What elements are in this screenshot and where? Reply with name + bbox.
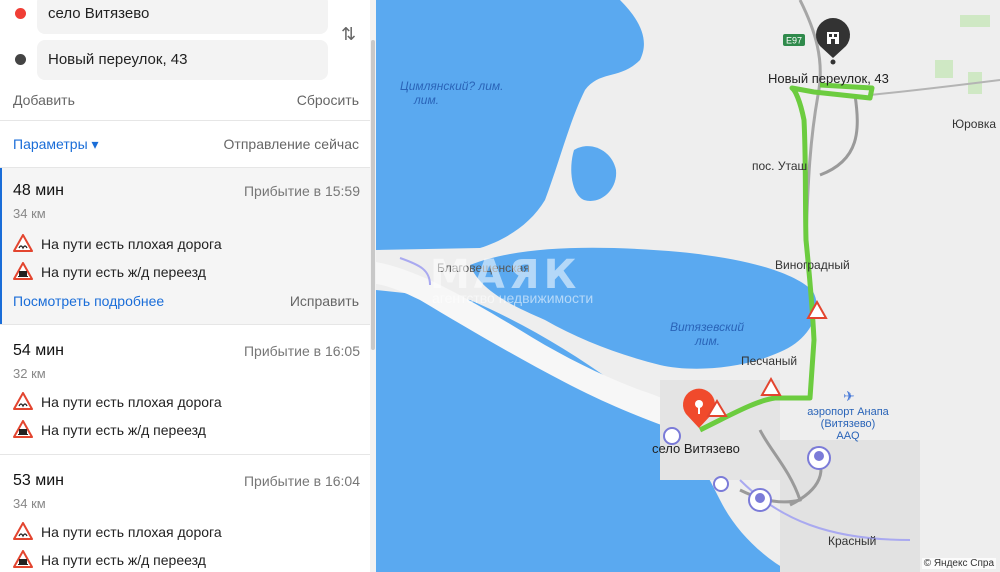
map-label-peschany: Песчаный (741, 354, 797, 368)
scrollbar-thumb[interactable] (371, 40, 375, 350)
divider (0, 454, 370, 455)
hot-air-balloon-icon[interactable] (713, 476, 729, 492)
map-label-start: село Витязево (652, 441, 740, 456)
park-area (935, 60, 953, 78)
park-area (960, 15, 990, 27)
map-label-airport-sub: (Витязево) (821, 418, 876, 430)
railway-crossing-warning-icon (13, 420, 33, 438)
warning-text: На пути есть плохая дорога (41, 394, 222, 410)
to-input[interactable]: Новый переулок, 43 (37, 40, 328, 80)
map-label-vinogradny: Виноградный (775, 258, 850, 272)
hot-air-balloon-icon[interactable] (807, 446, 831, 470)
reset-button[interactable]: Сбросить (297, 92, 359, 108)
divider (0, 120, 370, 121)
bad-road-warning-icon (13, 522, 33, 540)
map-label-pos-utash: пос. Уташ (752, 159, 807, 173)
hot-air-balloon-icon[interactable] (748, 488, 772, 512)
route-option-3[interactable]: 53 мин Прибытие в 16:04 34 км На пути ес… (0, 458, 370, 572)
details-link[interactable]: Посмотреть подробнее (13, 293, 164, 309)
from-input[interactable]: село Витязево (37, 0, 328, 34)
warning-text: На пути есть плохая дорога (41, 236, 222, 252)
route-distance: 34 км (13, 496, 46, 511)
map-label-liman-suffix: лим. (413, 93, 439, 107)
urban-area (780, 440, 920, 572)
map-label-destination: Новый переулок, 43 (768, 71, 889, 86)
divider (0, 324, 370, 325)
warning-text: На пути есть ж/д переезд (41, 264, 206, 280)
airport-icon[interactable]: ✈ (843, 388, 855, 404)
map-label-vityazevsky-liman: Витязевский (670, 320, 744, 334)
railway-crossing-warning-icon (13, 550, 33, 568)
map-label-vityazevsky-liman-suffix: лим. (694, 334, 720, 348)
watermark-logo: МАЯК агентство недвижимости (430, 252, 640, 322)
route-time: 54 мин (13, 342, 65, 359)
add-point-button[interactable]: Добавить (13, 92, 75, 108)
route-distance: 34 км (13, 206, 46, 221)
route-point-a: село Витязево (0, 0, 370, 34)
map-copyright[interactable]: © Яндекс Спра (921, 558, 996, 569)
fix-link[interactable]: Исправить (290, 293, 359, 309)
bad-road-warning-icon (13, 234, 33, 252)
map-label-airport-code: AAQ (836, 430, 860, 442)
map-label-krasny: Красный (828, 534, 876, 548)
route-distance: 32 км (13, 366, 46, 381)
route-sidebar: село Витязево Новый переулок, 43 ⇅ Добав… (0, 0, 370, 572)
route-arrival: Прибытие в 16:05 (243, 343, 360, 359)
route-option-2[interactable]: 54 мин Прибытие в 16:05 32 км На пути ес… (0, 328, 370, 454)
svg-text:✈: ✈ (843, 388, 855, 404)
warning-text: На пути есть ж/д переезд (41, 422, 206, 438)
swap-icon[interactable]: ⇅ (341, 24, 356, 45)
route-option-1[interactable]: 48 мин Прибытие в 15:59 34 км На пути ес… (0, 168, 370, 324)
map-label-liman: Цимлянский? лим. (400, 79, 503, 93)
watermark-tagline: агентство недвижимости (432, 290, 594, 306)
warning-text: На пути есть ж/д переезд (41, 552, 206, 568)
bad-road-warning-icon (13, 392, 33, 410)
highway-badge-label: E97 (786, 36, 802, 46)
start-marker-icon (15, 8, 26, 19)
warning-text: На пути есть плохая дорога (41, 524, 222, 540)
params-button[interactable]: Параметры ▾ (13, 136, 99, 153)
route-time: 48 мин (13, 182, 65, 199)
route-arrival: Прибытие в 16:04 (243, 473, 360, 489)
end-marker-icon (15, 54, 26, 65)
route-point-b: Новый переулок, 43 (0, 40, 370, 80)
railway-crossing-warning-icon (13, 262, 33, 280)
departure-selector[interactable]: Отправление сейчас (224, 136, 359, 152)
route-time: 53 мин (13, 472, 65, 489)
map-label-airport: аэропорт Анапа (807, 406, 889, 418)
map-label-yurovka: Юровка (952, 117, 996, 131)
route-arrival: Прибытие в 15:59 (243, 183, 360, 199)
